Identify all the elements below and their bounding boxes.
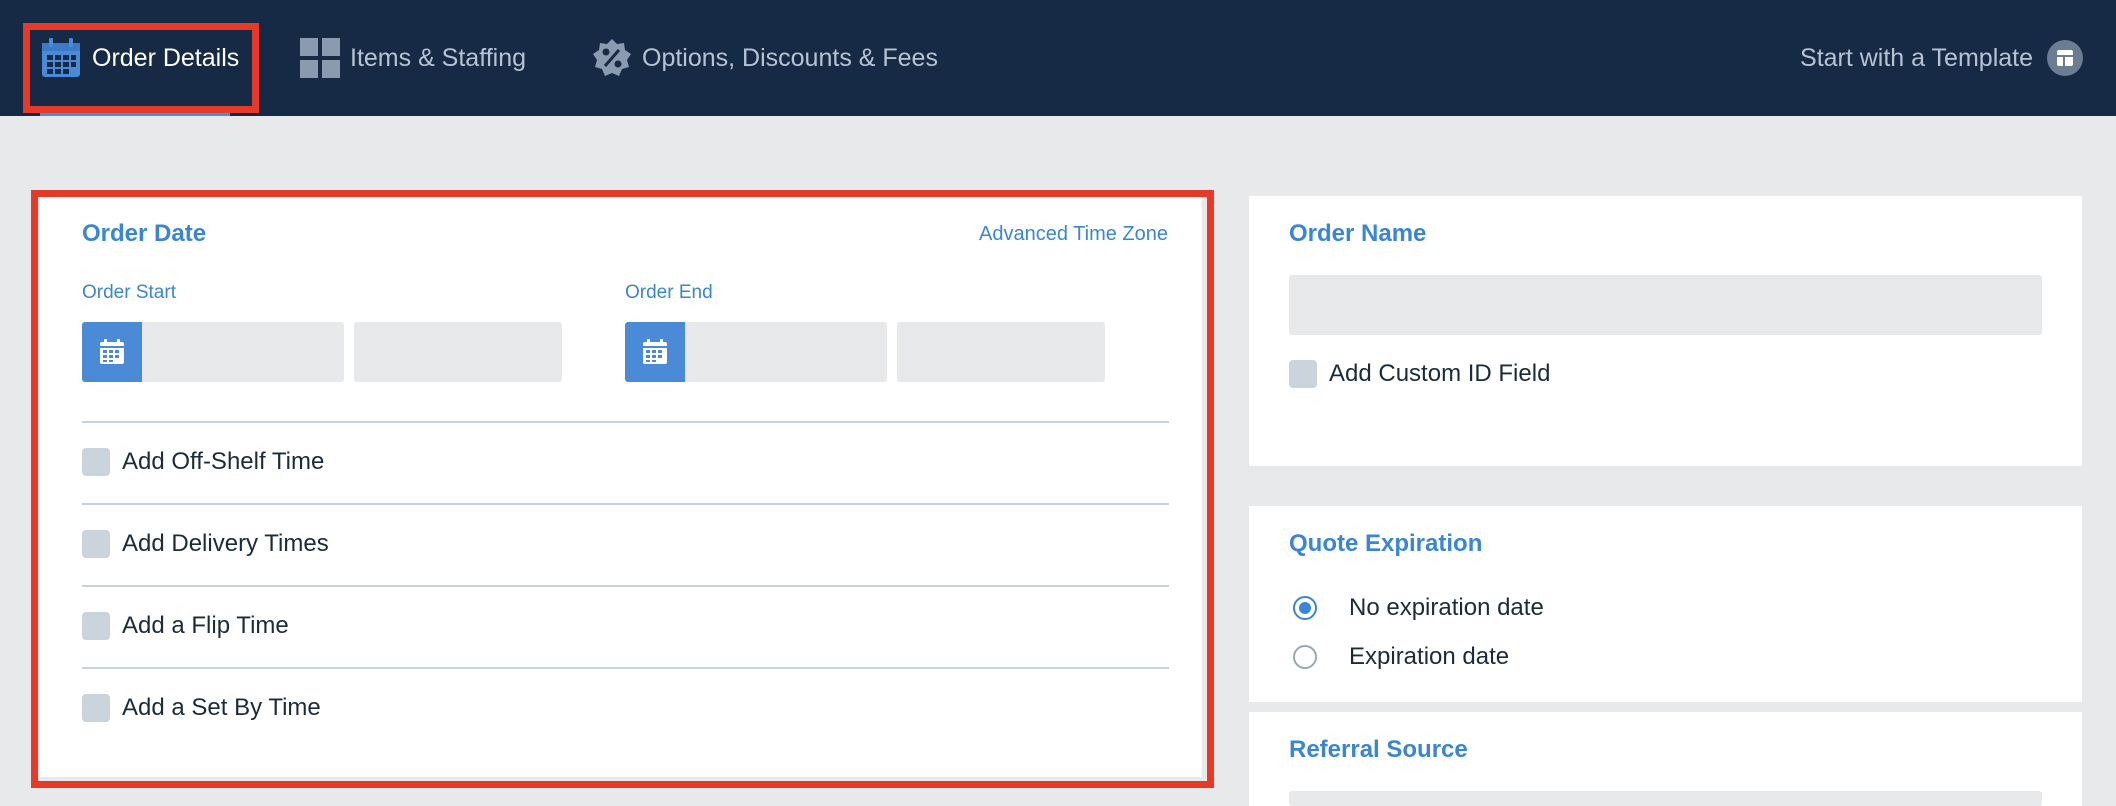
order-start-time-input[interactable] xyxy=(354,322,562,382)
checkbox[interactable] xyxy=(82,448,110,476)
tab-items-staffing[interactable]: Items & Staffing xyxy=(300,0,526,116)
highlight-box-tab xyxy=(23,23,259,113)
top-nav-bar: Order Details Items & Staffing Options, … xyxy=(0,0,2116,116)
grid-icon xyxy=(300,38,340,78)
checkbox[interactable] xyxy=(82,612,110,640)
order-start-date-input[interactable] xyxy=(142,322,344,382)
order-end-date-input[interactable] xyxy=(685,322,887,382)
template-button-label: Start with a Template xyxy=(1800,43,2033,72)
order-start-label: Order Start xyxy=(82,282,176,303)
option-label: Add Off-Shelf Time xyxy=(122,448,325,475)
divider xyxy=(82,421,1169,423)
add-set-by-time-option[interactable]: Add a Set By Time xyxy=(82,694,321,722)
quote-expiration-title: Quote Expiration xyxy=(1289,530,1483,557)
add-delivery-times-option[interactable]: Add Delivery Times xyxy=(82,530,329,558)
order-name-title: Order Name xyxy=(1289,220,1427,247)
order-date-title: Order Date xyxy=(82,220,207,247)
template-icon xyxy=(2047,40,2083,76)
checkbox[interactable] xyxy=(1289,360,1317,388)
order-end-label: Order End xyxy=(625,282,713,303)
radio-button[interactable] xyxy=(1293,645,1317,669)
order-name-input[interactable] xyxy=(1289,275,2042,335)
referral-source-title: Referral Source xyxy=(1289,736,1468,763)
tab-items-staffing-label: Items & Staffing xyxy=(350,43,527,72)
divider xyxy=(82,503,1169,505)
calendar-icon xyxy=(643,339,667,364)
calendar-icon xyxy=(100,339,124,364)
divider xyxy=(82,585,1169,587)
radio-button[interactable] xyxy=(1293,596,1317,620)
percent-badge-icon xyxy=(592,38,632,78)
referral-source-input[interactable] xyxy=(1289,791,2042,806)
option-label: Add Delivery Times xyxy=(122,530,329,557)
checkbox[interactable] xyxy=(82,694,110,722)
option-label: Add Custom ID Field xyxy=(1329,360,1551,387)
order-end-calendar-button[interactable] xyxy=(625,322,685,382)
no-expiration-date-option[interactable]: No expiration date xyxy=(1293,594,1544,622)
checkbox[interactable] xyxy=(82,530,110,558)
tab-options-discounts-fees-label: Options, Discounts & Fees xyxy=(642,43,938,72)
radio-label: No expiration date xyxy=(1349,594,1544,621)
start-with-template-button[interactable]: Start with a Template xyxy=(1800,0,2083,116)
advanced-time-zone-link[interactable]: Advanced Time Zone xyxy=(979,223,1168,246)
option-label: Add a Set By Time xyxy=(122,694,321,721)
radio-label: Expiration date xyxy=(1349,643,1510,670)
expiration-date-option[interactable]: Expiration date xyxy=(1293,643,1509,671)
tab-options-discounts-fees[interactable]: Options, Discounts & Fees xyxy=(592,0,938,116)
add-flip-time-option[interactable]: Add a Flip Time xyxy=(82,612,289,640)
add-custom-id-field-option[interactable]: Add Custom ID Field xyxy=(1289,360,1550,388)
add-off-shelf-time-option[interactable]: Add Off-Shelf Time xyxy=(82,448,324,476)
order-start-calendar-button[interactable] xyxy=(82,322,142,382)
order-end-time-input[interactable] xyxy=(897,322,1105,382)
divider xyxy=(82,667,1169,669)
option-label: Add a Flip Time xyxy=(122,612,289,639)
